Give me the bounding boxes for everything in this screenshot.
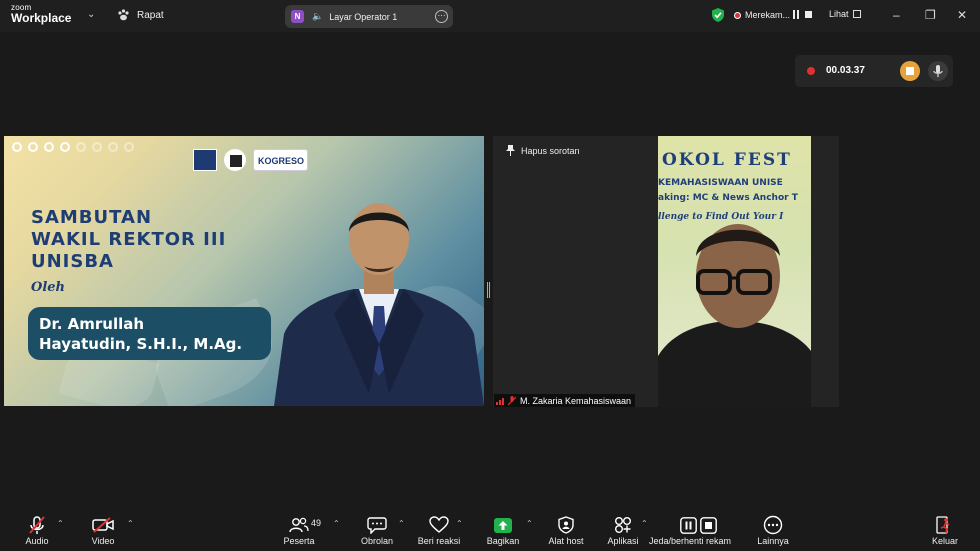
speaker-name: Dr. Amrullah Hayatudin, S.H.I., M.Ag. bbox=[28, 307, 271, 360]
chevron-up-icon[interactable]: ⌃ bbox=[127, 519, 134, 528]
slide-title: SAMBUTAN WAKIL REKTOR III UNISBA bbox=[31, 207, 227, 272]
recording-label: Merekam... bbox=[745, 10, 791, 20]
more-label: Lainnya bbox=[757, 536, 789, 546]
muted-mic-icon bbox=[508, 396, 516, 406]
slide-indicator bbox=[12, 142, 134, 152]
host-tools-label: Alat host bbox=[548, 536, 584, 546]
heart-icon bbox=[429, 516, 449, 533]
view-button[interactable]: Lihat bbox=[829, 9, 861, 19]
leave-icon bbox=[936, 516, 950, 534]
organization-logo bbox=[224, 149, 246, 171]
video-label: Video bbox=[91, 536, 115, 546]
speaker-photo bbox=[274, 203, 484, 406]
shared-screen[interactable]: KOGRESO SAMBUTAN WAKIL REKTOR III UNISBA… bbox=[4, 136, 484, 406]
shield-check-icon[interactable] bbox=[712, 8, 724, 22]
pin-icon bbox=[506, 145, 515, 156]
screen-share-label: Layar Operator 1 bbox=[329, 11, 398, 22]
pause-icon[interactable] bbox=[793, 10, 799, 19]
chevron-up-icon[interactable]: ⌃ bbox=[456, 519, 463, 528]
share-screen-icon bbox=[494, 517, 512, 533]
shield-icon bbox=[558, 516, 574, 534]
record-dot-icon bbox=[734, 11, 741, 19]
stop-recording-button[interactable] bbox=[900, 61, 920, 81]
recording-time: 00.03.37 bbox=[826, 65, 865, 76]
apps-icon bbox=[615, 517, 631, 533]
participant-name: M. Zakaria Kemahasiswaan bbox=[520, 396, 632, 406]
remove-spotlight-button[interactable]: Hapus sorotan bbox=[506, 145, 580, 156]
share-badge: N bbox=[291, 10, 304, 23]
recording-indicator[interactable]: Merekam... bbox=[734, 10, 790, 20]
cabinet-logo: KOGRESO bbox=[253, 149, 308, 171]
recording-panel: 00.03.37 bbox=[795, 55, 953, 87]
brand-name: Workplace bbox=[11, 11, 72, 25]
restore-icon[interactable]: ❐ bbox=[925, 8, 936, 22]
microphone-button[interactable] bbox=[928, 61, 948, 81]
chevron-up-icon[interactable]: ⌃ bbox=[57, 519, 64, 528]
slide-by: Oleh bbox=[31, 280, 65, 295]
record-dot-icon bbox=[807, 67, 815, 75]
apps-label: Aplikasi bbox=[607, 536, 639, 546]
speaker-icon: 🔈 bbox=[312, 11, 324, 21]
muted-mic-icon bbox=[29, 516, 45, 534]
participant-video bbox=[658, 224, 811, 407]
university-logo bbox=[193, 149, 217, 171]
stop-icon[interactable] bbox=[805, 11, 812, 18]
chat-label: Obrolan bbox=[360, 536, 394, 546]
meeting-toolbar: Audio ⌃ Video ⌃ Peserta 49 ⌃ Obrolan ⌃ B… bbox=[0, 509, 980, 551]
spotlight-label: Hapus sorotan bbox=[521, 145, 580, 156]
more-icon bbox=[763, 515, 783, 535]
microphone-icon bbox=[933, 65, 943, 77]
title-bar: zoom Workplace ⌄ Rapat N 🔈 Layar Operato… bbox=[0, 0, 980, 32]
screen-share-indicator[interactable]: N 🔈 Layar Operator 1 ⋯ bbox=[285, 5, 453, 28]
reactions-label: Beri reaksi bbox=[417, 536, 461, 546]
banner-line-2: KEMAHASISWAAN UNISE bbox=[658, 178, 783, 188]
splitter-handle[interactable] bbox=[487, 282, 490, 298]
stop-icon bbox=[906, 67, 914, 75]
participant-name-tag: M. Zakaria Kemahasiswaan bbox=[494, 394, 636, 407]
minimize-icon[interactable]: – bbox=[893, 8, 900, 22]
signal-icon bbox=[496, 397, 504, 405]
leave-button[interactable]: Keluar bbox=[910, 515, 980, 546]
banner-line-3: aking: MC & News Anchor T bbox=[658, 193, 798, 203]
pause-recording-icon bbox=[679, 516, 697, 534]
chevron-up-icon[interactable]: ⌃ bbox=[333, 519, 340, 528]
paw-icon bbox=[118, 9, 129, 21]
chevron-down-icon[interactable]: ⌄ bbox=[87, 9, 95, 20]
app-logo: zoom Workplace bbox=[11, 4, 72, 25]
participants-button[interactable]: Peserta bbox=[264, 515, 334, 546]
view-label: Lihat bbox=[829, 9, 849, 19]
banner-line-1: OKOL FEST bbox=[662, 150, 792, 170]
stop-recording-icon bbox=[699, 516, 717, 534]
participants-label: Peserta bbox=[283, 536, 315, 546]
more-icon[interactable]: ⋯ bbox=[435, 10, 448, 23]
grid-icon bbox=[852, 10, 861, 18]
close-icon[interactable]: ✕ bbox=[957, 8, 967, 22]
chat-icon bbox=[367, 517, 387, 534]
more-button[interactable]: Lainnya bbox=[738, 515, 808, 546]
video-off-icon bbox=[92, 517, 114, 533]
participant-video-tile[interactable]: OKOL FEST KEMAHASISWAAN UNISE aking: MC … bbox=[493, 136, 839, 407]
record-control-label: Jeda/berhenti rekam bbox=[648, 536, 732, 546]
meeting-menu[interactable]: Rapat bbox=[117, 9, 164, 21]
participants-count: 49 bbox=[311, 518, 322, 528]
share-label: Bagikan bbox=[486, 536, 520, 546]
meeting-label: Rapat bbox=[137, 9, 164, 21]
leave-label: Keluar bbox=[931, 536, 958, 546]
chevron-up-icon[interactable]: ⌃ bbox=[641, 519, 648, 528]
record-control-button[interactable]: Jeda/berhenti rekam bbox=[649, 515, 734, 546]
reactions-button[interactable]: Beri reaksi bbox=[404, 515, 474, 546]
participants-icon bbox=[289, 517, 309, 533]
audio-label: Audio bbox=[25, 536, 49, 546]
